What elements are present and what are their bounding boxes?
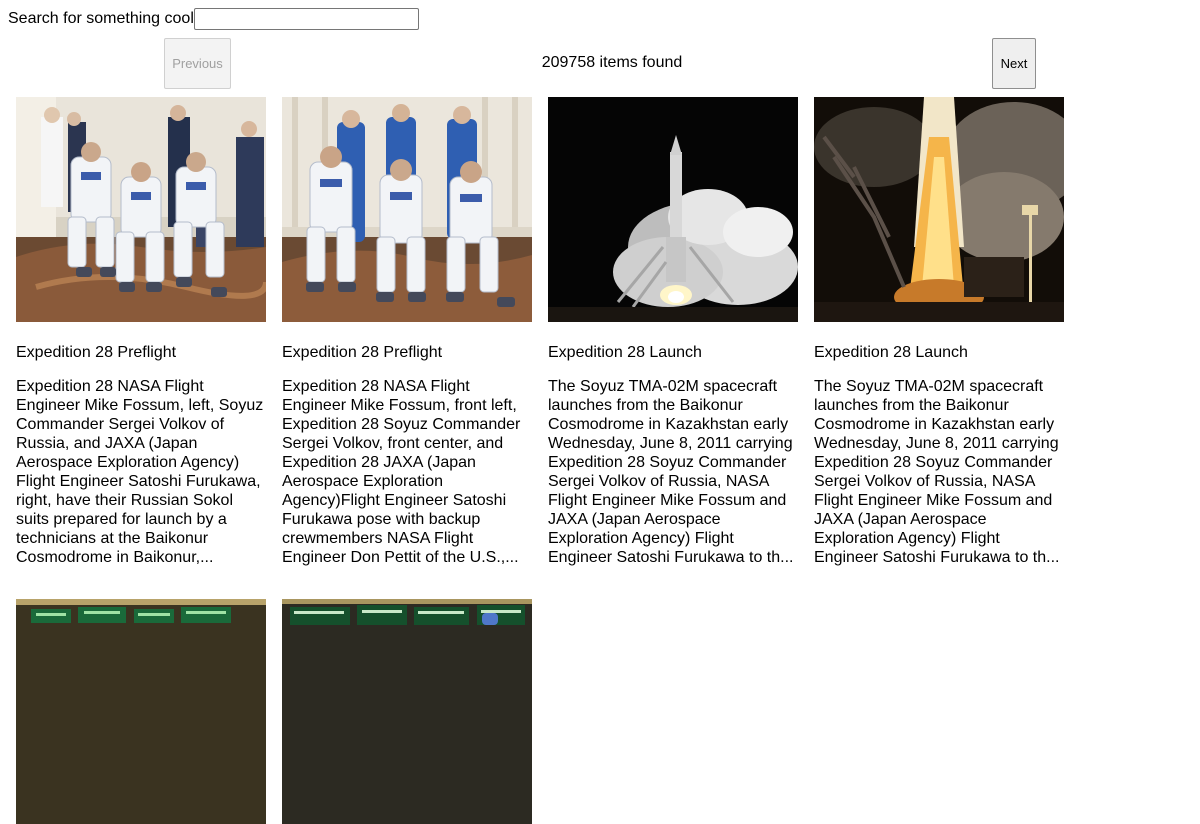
search-row: Search for something cool: [8, 8, 419, 30]
crew-in-suits-seated-photo: [16, 97, 266, 322]
result-title[interactable]: Expedition 28 Preflight: [282, 343, 542, 362]
crew-with-backup-photo: [282, 97, 532, 322]
result-thumbnail[interactable]: [16, 599, 266, 824]
result-thumbnail[interactable]: [16, 97, 266, 322]
result-card[interactable]: Expedition 28 Launch The Soyuz TMA-02M s…: [814, 97, 1064, 566]
result-thumbnail[interactable]: [282, 97, 532, 322]
rocket-launch-flame-photo: [814, 97, 1064, 322]
result-title[interactable]: Expedition 28 Launch: [814, 343, 1074, 362]
rocket-launch-night-photo: [548, 97, 798, 322]
result-description: Expedition 28 NASA Flight Engineer Mike …: [282, 378, 521, 566]
next-button[interactable]: Next: [992, 38, 1036, 89]
search-input[interactable]: [193, 8, 419, 30]
result-description: The Soyuz TMA-02M spacecraft launches fr…: [548, 378, 794, 566]
result-thumbnail[interactable]: [548, 97, 798, 322]
result-card[interactable]: [16, 599, 266, 824]
result-card[interactable]: Expedition 28 Launch The Soyuz TMA-02M s…: [548, 97, 798, 566]
result-card[interactable]: Expedition 28 Preflight Expedition 28 NA…: [16, 97, 266, 566]
result-thumbnail[interactable]: [282, 599, 532, 824]
result-description: The Soyuz TMA-02M spacecraft launches fr…: [814, 378, 1060, 566]
pager: Previous 209758 items found Next: [0, 38, 1200, 89]
result-card[interactable]: Expedition 28 Preflight Expedition 28 NA…: [282, 97, 532, 566]
result-title[interactable]: Expedition 28 Launch: [548, 343, 808, 362]
control-room-photo: [16, 599, 266, 824]
control-room-screens-photo: [282, 599, 532, 824]
result-card[interactable]: [282, 599, 532, 824]
result-thumbnail[interactable]: [814, 97, 1064, 322]
search-label: Search for something cool: [8, 10, 194, 27]
result-title[interactable]: Expedition 28 Preflight: [16, 343, 276, 362]
result-description: Expedition 28 NASA Flight Engineer Mike …: [16, 378, 264, 566]
